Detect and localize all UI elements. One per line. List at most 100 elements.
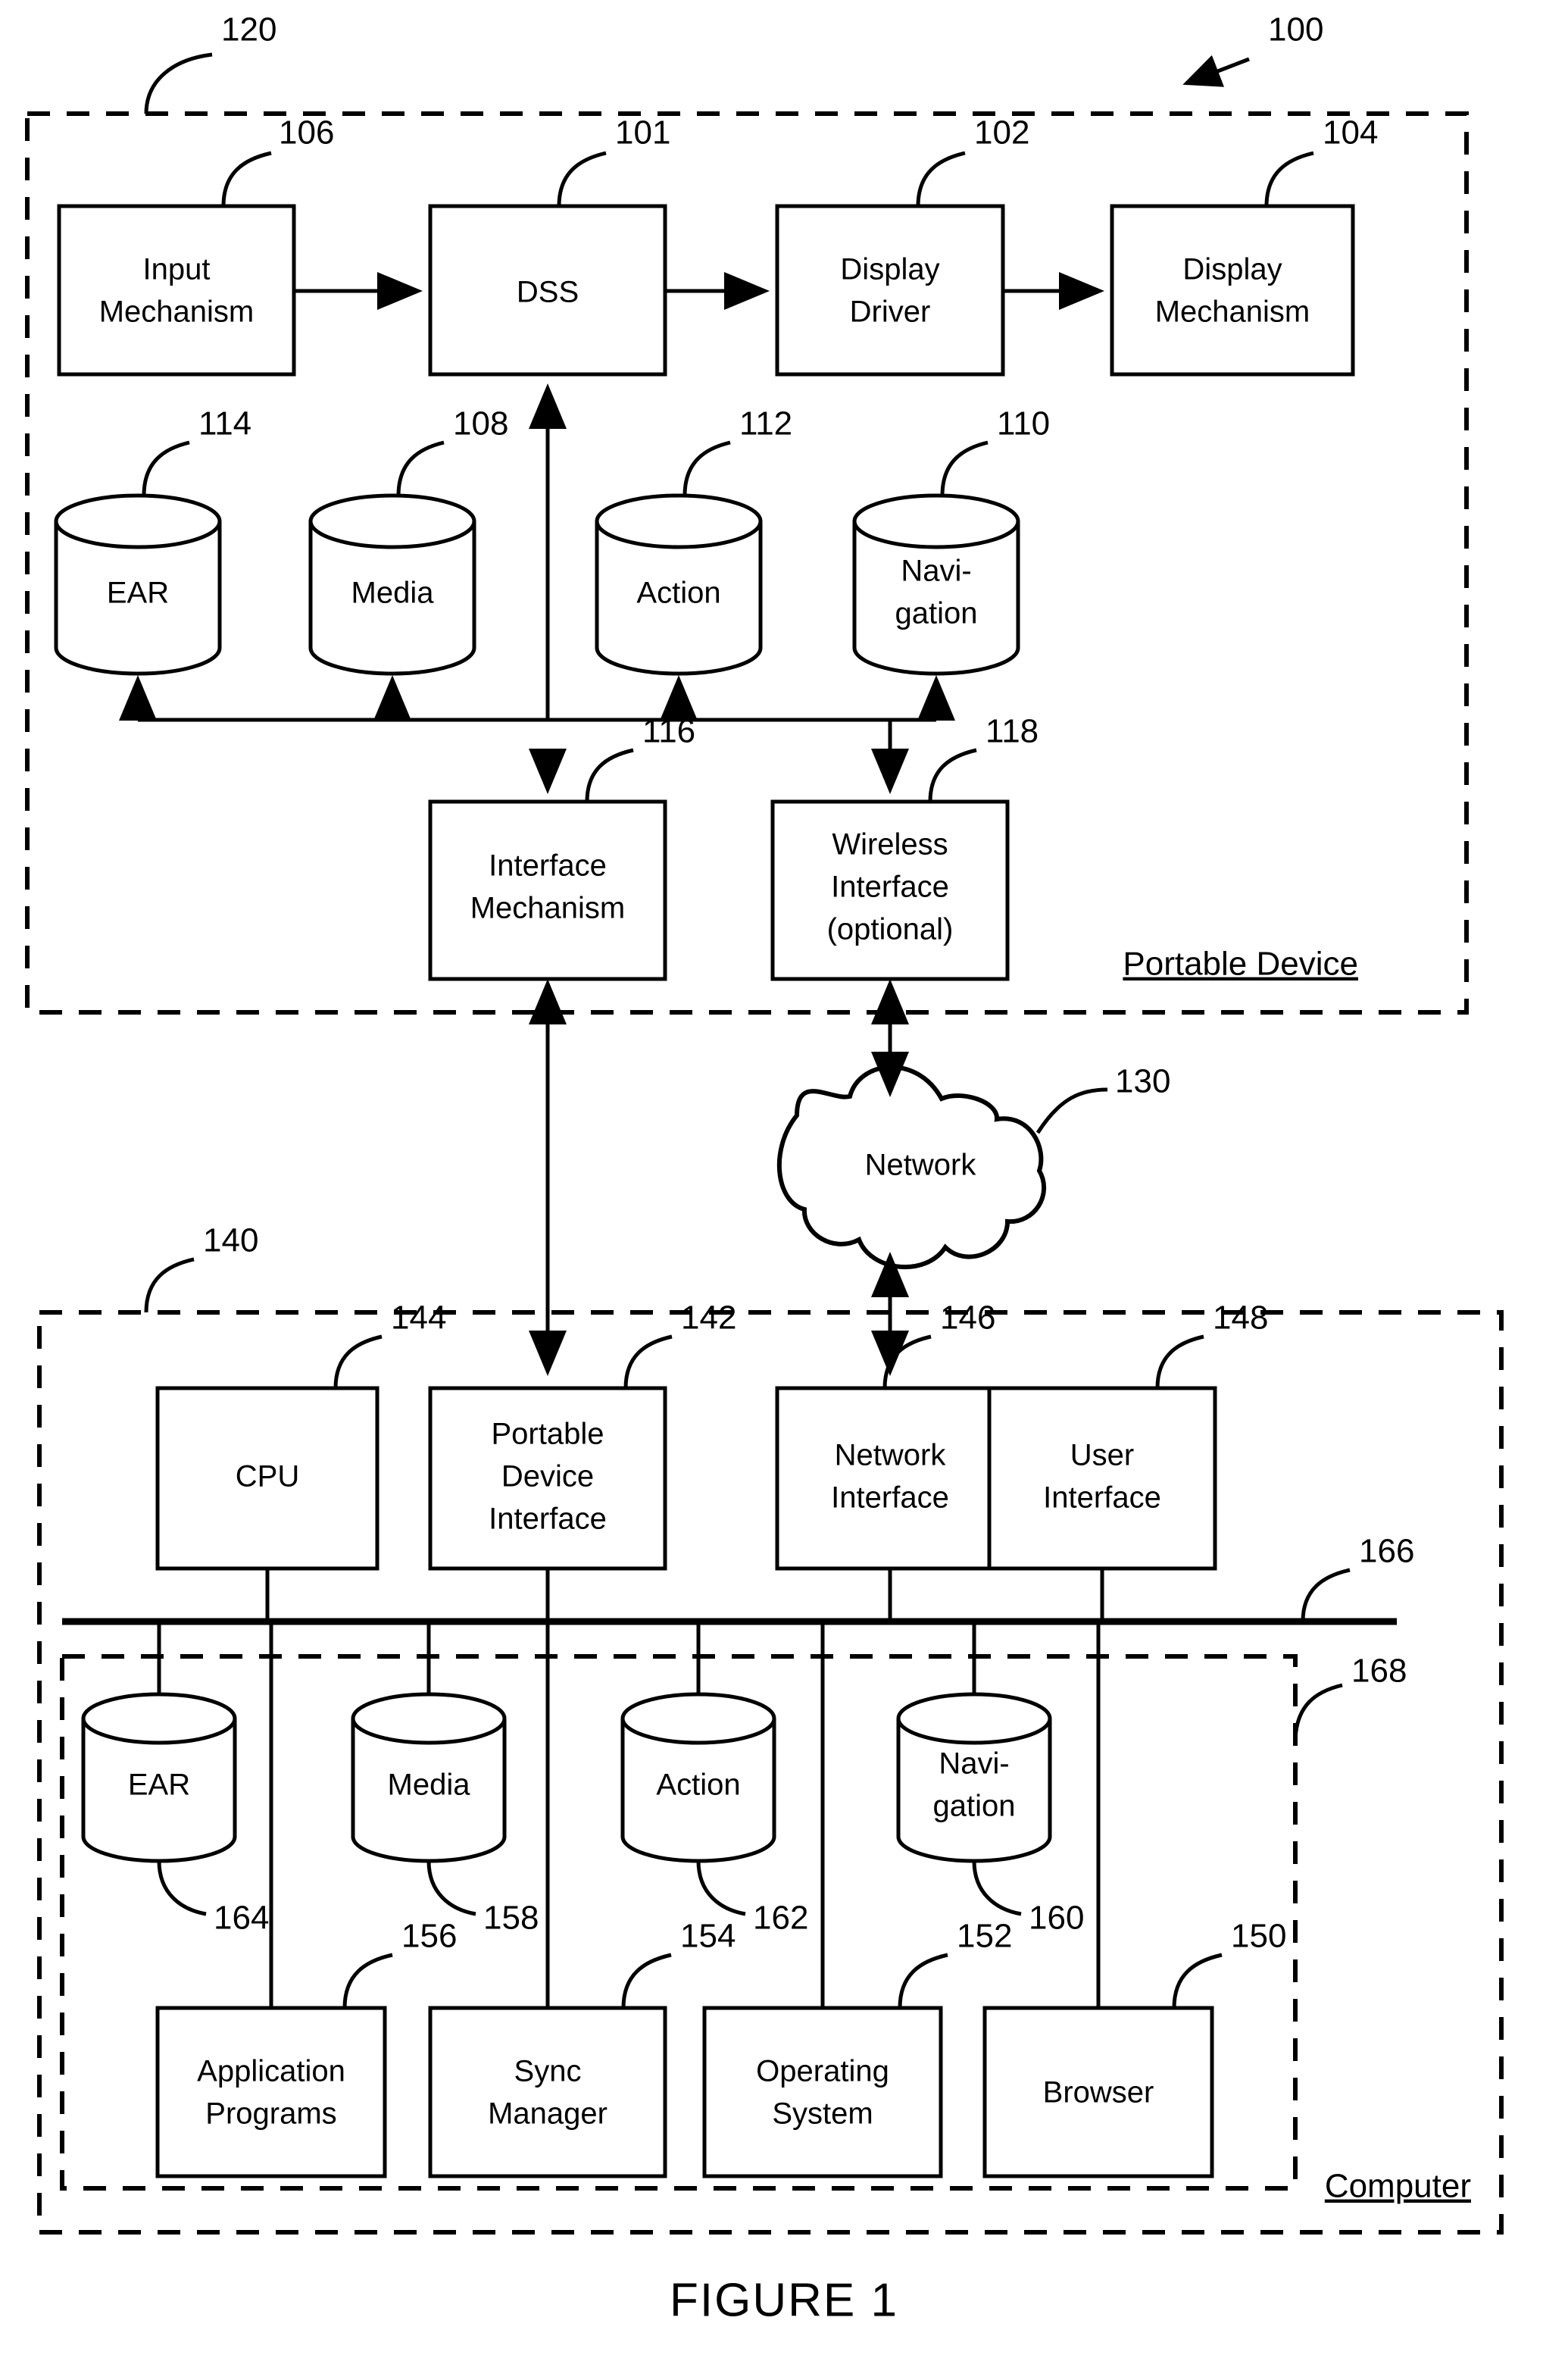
system-ref-pointer: 100 [1182,11,1323,87]
box-sync-manager-label-line2: Manager [488,2097,608,2131]
ref-number-162: 162 [753,1900,808,1937]
db-portable-action-ref-leader: 112 [682,405,792,496]
box-wireless-interface-ref-leader: 118 [928,713,1039,802]
db-computer-action-label: Action [656,1769,740,1802]
box-interface-mechanism-ref-leader: 116 [585,713,695,802]
box-user-interface-ref-leader: 148 [1155,1299,1268,1389]
ref-number-100: 100 [1268,11,1323,48]
box-pdi-label-line3: Interface [489,1503,607,1536]
box-sync-manager[interactable]: Sync Manager [428,2006,667,2178]
ref-number-106: 106 [279,114,334,152]
ref-number-148: 148 [1213,1299,1268,1337]
ref-number-158: 158 [483,1900,539,1937]
box-browser-label-line1: Browser [1043,2076,1154,2109]
ref-number-142: 142 [681,1299,736,1337]
box-display-mechanism-label-line2: Mechanism [1155,296,1310,329]
box-portable-device-interface[interactable]: Portable Device Interface [428,1386,667,1571]
box-input-mechanism-ref-leader: 106 [221,114,334,207]
portable-device-ref-leader: 120 [144,11,276,114]
box-display-mechanism[interactable]: Display Mechanism [1110,204,1355,377]
ref-number-152: 152 [957,1918,1012,1955]
box-display-driver[interactable]: Display Driver [775,204,1005,377]
ref-number-146: 146 [940,1299,995,1337]
box-input-mechanism-label-line1: Input [143,253,211,286]
db-computer-media-label: Media [388,1769,471,1802]
db-computer-ear-label: EAR [128,1769,190,1802]
box-user-interface-label-line1: User [1070,1439,1134,1472]
db-portable-navigation[interactable]: Navi- gation [852,493,1020,676]
ref-number-168: 168 [1351,1653,1407,1690]
network-cloud-label: Network [865,1149,977,1182]
box-sync-manager-ref-leader: 154 [621,1918,736,2009]
ref-number-120: 120 [221,11,276,48]
network-ref-leader: 130 [1035,1063,1170,1134]
db-computer-navigation[interactable]: Navi- gation [896,1692,1052,1863]
box-interface-mechanism-label-line1: Interface [489,849,607,883]
box-network-interface[interactable]: Network Interface [775,1386,1005,1571]
db-computer-navigation-label-line1: Navi- [939,1747,1009,1781]
box-display-mechanism-label-line1: Display [1182,253,1282,286]
system-bus-ref-leader: 166 [1301,1533,1414,1622]
ref-number-110: 110 [997,405,1050,443]
figure-caption: FIGURE 1 [670,2274,898,2326]
box-network-interface-label-line1: Network [835,1439,947,1472]
box-display-driver-ref-leader: 102 [916,114,1029,207]
db-portable-navigation-ref-leader: 110 [940,405,1050,496]
box-wireless-interface-label-line1: Wireless [832,828,948,862]
db-portable-ear-label: EAR [107,577,169,610]
db-portable-media-label: Media [351,577,435,610]
box-cpu[interactable]: CPU [155,1386,380,1571]
box-operating-system-ref-leader: 152 [898,1918,1012,2009]
patent-figure: 100 120 Portable Device Input Mechanism … [0,0,1568,2355]
computer-region-ref-leader: 140 [144,1222,258,1313]
ref-number-118: 118 [985,713,1039,750]
ref-number-114: 114 [198,405,251,443]
box-network-interface-ref-leader: 146 [882,1299,995,1389]
box-display-driver-label-line2: Driver [850,296,931,329]
db-portable-action[interactable]: Action [595,493,763,676]
portable-device-region-label: Portable Device [1123,946,1358,983]
network-cloud[interactable]: Network [776,1065,1046,1270]
ref-number-102: 102 [974,114,1029,152]
box-wireless-interface[interactable]: Wireless Interface (optional) [770,799,1010,981]
box-application-programs-label-line2: Programs [205,2097,336,2131]
box-operating-system-label-line1: Operating [756,2055,889,2088]
box-network-interface-label-line2: Interface [831,1481,949,1515]
box-cpu-label-line1: CPU [236,1460,299,1493]
box-application-programs[interactable]: Application Programs [155,2006,387,2178]
ref-number-130: 130 [1115,1063,1170,1100]
ref-number-156: 156 [401,1918,457,1955]
db-computer-ear-ref-leader: 164 [157,1860,269,1937]
ref-number-164: 164 [214,1900,269,1937]
computer-region-label: Computer [1325,2168,1471,2205]
db-computer-navigation-label-line2: gation [933,1790,1016,1823]
box-display-mechanism-ref-leader: 104 [1264,114,1378,207]
db-portable-media[interactable]: Media [308,493,476,676]
ref-number-150: 150 [1231,1918,1286,1955]
box-interface-mechanism[interactable]: Interface Mechanism [428,799,667,981]
db-portable-ear[interactable]: EAR [54,493,222,676]
box-user-interface-label-line2: Interface [1043,1481,1161,1515]
box-user-interface[interactable]: User Interface [987,1386,1217,1571]
box-cpu-ref-leader: 144 [333,1299,446,1389]
box-input-mechanism-label-line2: Mechanism [99,296,255,329]
box-input-mechanism[interactable]: Input Mechanism [57,204,296,377]
db-computer-ear[interactable]: EAR [81,1692,237,1863]
ref-number-166: 166 [1359,1533,1414,1570]
figure-1-diagram: 100 120 Portable Device Input Mechanism … [25,11,1504,2326]
ref-number-108: 108 [453,405,508,443]
box-operating-system[interactable]: Operating System [702,2006,943,2178]
db-portable-media-ref-leader: 108 [396,405,508,496]
box-interface-mechanism-label-line2: Mechanism [470,892,626,925]
box-browser[interactable]: Browser [982,2006,1214,2178]
box-application-programs-label-line1: Application [197,2055,345,2088]
db-computer-media[interactable]: Media [351,1692,507,1863]
db-portable-navigation-label-line1: Navi- [901,555,971,588]
box-dss[interactable]: DSS [428,204,667,377]
box-pdi-label-line2: Device [501,1460,594,1493]
ref-number-101: 101 [615,114,670,152]
db-computer-action[interactable]: Action [620,1692,776,1863]
ref-number-112: 112 [739,405,792,443]
box-application-programs-ref-leader: 156 [342,1918,457,2009]
box-sync-manager-label-line1: Sync [514,2055,582,2088]
